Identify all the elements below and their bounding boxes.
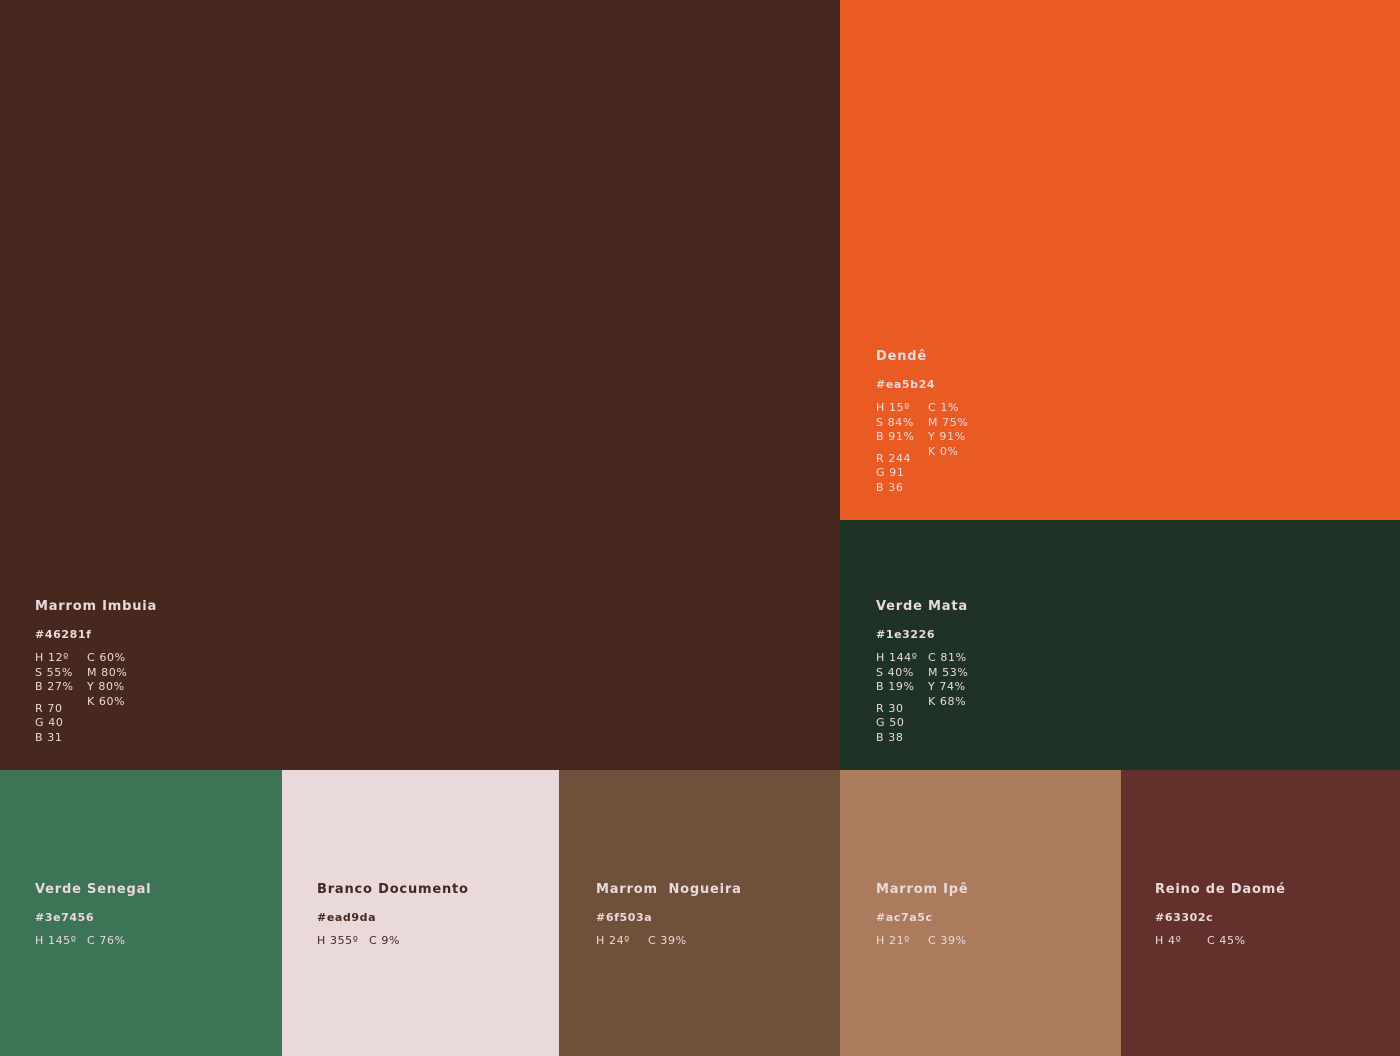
- rgb-r: R 30: [876, 701, 904, 715]
- cmyk-k: K 68%: [928, 694, 967, 708]
- cmyk-c: C 1%: [928, 401, 960, 414]
- color-info-marrom-imbuia: Marrom Imbuia #46281f H 12º S 55% B 27% …: [35, 599, 158, 745]
- hex-code: #ea5b24: [876, 377, 936, 391]
- cmyk-y: Y 80%: [87, 680, 125, 693]
- hsb-b: B 91%: [876, 430, 915, 443]
- color-name: Verde Senegal: [35, 882, 152, 897]
- swatch-branco-documento: Branco Documento #ead9da H 355º C 9%: [282, 770, 559, 1056]
- cmyk-k: K 60%: [87, 694, 126, 708]
- color-info-verde-mata: Verde Mata #1e3226 H 144º S 40% B 19% R …: [876, 599, 969, 745]
- swatch-reino-de-daome: Reino de Daomé #63302c H 4º C 45%: [1121, 770, 1400, 1056]
- hex-code: #1e3226: [876, 627, 936, 641]
- color-name: Branco Documento: [317, 882, 469, 897]
- color-name: Marrom Nogueira: [596, 882, 742, 897]
- color-name: Marrom Imbuia: [35, 599, 158, 614]
- cmyk-c: C 9%: [369, 934, 401, 947]
- cmyk-c: C 39%: [928, 934, 967, 947]
- color-name: Verde Mata: [876, 599, 968, 614]
- hsb-h: H 4º: [1155, 934, 1182, 947]
- hex-code: #3e7456: [35, 910, 95, 924]
- hsb-h: H 355º: [317, 934, 359, 947]
- hex-code: #46281f: [35, 627, 92, 641]
- cmyk-c: C 39%: [648, 934, 687, 947]
- rgb-g: G 50: [876, 716, 905, 729]
- hex-code: #ead9da: [317, 910, 377, 924]
- hex-code: #ac7a5c: [876, 910, 933, 924]
- hsb-s: S 40%: [876, 665, 914, 679]
- rgb-b: B 31: [35, 730, 63, 744]
- swatch-marrom-ipe: Marrom Ipê #ac7a5c H 21º C 39%: [840, 770, 1121, 1056]
- cmyk-c: C 76%: [87, 934, 126, 947]
- rgb-b: B 38: [876, 730, 904, 744]
- cmyk-k: K 0%: [928, 444, 959, 458]
- color-info-branco-documento: Branco Documento #ead9da H 355º C 9%: [317, 882, 469, 949]
- hsb-s: S 55%: [35, 665, 73, 679]
- color-name: Marrom Ipê: [876, 882, 969, 897]
- cmyk-y: Y 74%: [928, 680, 966, 693]
- cmyk-m: M 75%: [928, 415, 969, 429]
- rgb-g: G 91: [876, 466, 905, 479]
- hsb-h: H 144º: [876, 651, 918, 664]
- cmyk-c: C 60%: [87, 651, 126, 664]
- color-name: Reino de Daomé: [1155, 882, 1286, 897]
- swatch-dende: Dendê #ea5b24 H 15º S 84% B 91% R 244 G …: [840, 0, 1400, 520]
- color-info-verde-senegal: Verde Senegal #3e7456 H 145º C 76%: [35, 882, 152, 949]
- rgb-r: R 70: [35, 701, 63, 715]
- rgb-r: R 244: [876, 451, 912, 465]
- hex-code: #63302c: [1155, 910, 1214, 924]
- swatch-verde-senegal: Verde Senegal #3e7456 H 145º C 76%: [0, 770, 282, 1056]
- color-info-marrom-nogueira: Marrom Nogueira #6f503a H 24º C 39%: [596, 882, 742, 949]
- hsb-h: H 12º: [35, 651, 69, 664]
- swatch-marrom-nogueira: Marrom Nogueira #6f503a H 24º C 39%: [559, 770, 840, 1056]
- cmyk-c: C 81%: [928, 651, 967, 664]
- rgb-b: B 36: [876, 480, 904, 494]
- hsb-h: H 24º: [596, 934, 630, 947]
- hsb-s: S 84%: [876, 415, 914, 429]
- cmyk-y: Y 91%: [928, 430, 966, 443]
- cmyk-m: M 80%: [87, 665, 128, 679]
- color-info-marrom-ipe: Marrom Ipê #ac7a5c H 21º C 39%: [876, 882, 969, 949]
- color-name: Dendê: [876, 349, 927, 364]
- hsb-h: H 15º: [876, 401, 910, 414]
- swatch-marrom-imbuia: Marrom Imbuia #46281f H 12º S 55% B 27% …: [0, 0, 840, 770]
- hsb-b: B 27%: [35, 680, 74, 693]
- hsb-b: B 19%: [876, 680, 915, 693]
- color-info-dende: Dendê #ea5b24 H 15º S 84% B 91% R 244 G …: [876, 349, 969, 495]
- rgb-g: G 40: [35, 716, 64, 729]
- cmyk-c: C 45%: [1207, 934, 1246, 947]
- swatch-verde-mata: Verde Mata #1e3226 H 144º S 40% B 19% R …: [840, 520, 1400, 770]
- hex-code: #6f503a: [596, 910, 653, 924]
- hsb-h: H 21º: [876, 934, 910, 947]
- cmyk-m: M 53%: [928, 665, 969, 679]
- hsb-h: H 145º: [35, 934, 77, 947]
- color-info-reino-de-daome: Reino de Daomé #63302c H 4º C 45%: [1155, 882, 1286, 949]
